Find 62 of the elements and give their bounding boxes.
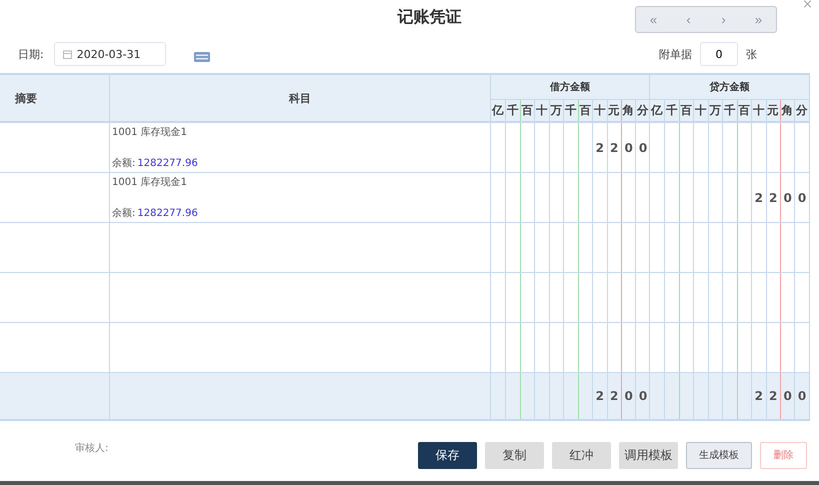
- digit-header: 千: [723, 102, 737, 119]
- reviewer-label: 审核人:: [75, 442, 108, 455]
- attachment-label: 附单据: [659, 46, 692, 62]
- action-button[interactable]: 调用模板: [619, 442, 678, 468]
- digit-header: 十: [535, 102, 549, 119]
- amount-digit: 0: [624, 140, 633, 154]
- total-digit: 2: [596, 389, 604, 403]
- digit-header: 万: [708, 102, 722, 119]
- column-header: 借方金额: [491, 75, 649, 100]
- account-name: 1001 库存现金1: [112, 126, 188, 139]
- total-digit: 0: [783, 389, 792, 403]
- window-title: 记账凭证: [396, 7, 462, 28]
- action-button[interactable]: 保存: [418, 442, 477, 468]
- account-name: 1001 库存现金1: [112, 176, 188, 189]
- digit-header: 百: [578, 102, 592, 119]
- attachment-unit: 张: [746, 46, 757, 62]
- digit-header: 十: [593, 102, 606, 119]
- digit-header: 百: [738, 102, 752, 119]
- total-digit: 0: [624, 389, 633, 403]
- date-field[interactable]: 2020-03-31: [54, 42, 166, 66]
- amount-digit: 0: [798, 190, 806, 204]
- digit-header: 万: [550, 102, 564, 119]
- attachment-count-field[interactable]: 0: [700, 42, 738, 66]
- balance-label: 余额:: [112, 158, 136, 169]
- digit-header: 元: [608, 102, 621, 119]
- digit-header: 千: [506, 102, 520, 119]
- total-digit: 2: [610, 389, 618, 403]
- total-digit: 2: [769, 389, 778, 403]
- date-label: 日期:: [18, 46, 44, 62]
- digit-header: 十: [752, 102, 766, 119]
- digit-header: 百: [680, 102, 694, 119]
- amount-digit: 0: [638, 140, 648, 154]
- column-header: 摘要: [0, 75, 110, 121]
- amount-digit: 2: [596, 140, 604, 154]
- digit-header: 百: [520, 102, 534, 119]
- total-digit: 2: [754, 389, 763, 403]
- digit-header: 元: [766, 102, 780, 119]
- digit-header: 亿: [650, 102, 664, 119]
- action-button[interactable]: 红冲: [552, 442, 611, 468]
- balance-value: 1282277.96: [137, 158, 198, 169]
- amount-digit: 2: [769, 190, 778, 204]
- digit-header: 千: [665, 102, 679, 119]
- calendar-icon: [62, 50, 72, 58]
- digit-header: 分: [636, 102, 650, 119]
- action-button[interactable]: 复制: [485, 442, 544, 468]
- total-digit: 0: [798, 389, 806, 403]
- digit-header: 角: [622, 102, 636, 119]
- balance-label: 余额:: [112, 208, 136, 219]
- digit-header: 角: [780, 102, 794, 119]
- digit-header: 分: [795, 102, 809, 119]
- amount-digit: 2: [754, 190, 763, 204]
- column-header: 贷方金额: [650, 75, 809, 100]
- amount-digit: 2: [610, 140, 618, 154]
- amount-digit: 0: [783, 190, 792, 204]
- keyboard-icon[interactable]: [194, 52, 210, 62]
- column-header: 科目: [110, 75, 491, 121]
- digit-header: 十: [694, 102, 708, 119]
- total-digit: 0: [638, 389, 648, 403]
- digit-header: 千: [564, 102, 578, 119]
- action-button[interactable]: 生成模板: [686, 442, 752, 468]
- digit-header: 亿: [491, 102, 506, 119]
- balance-value: 1282277.96: [137, 208, 198, 219]
